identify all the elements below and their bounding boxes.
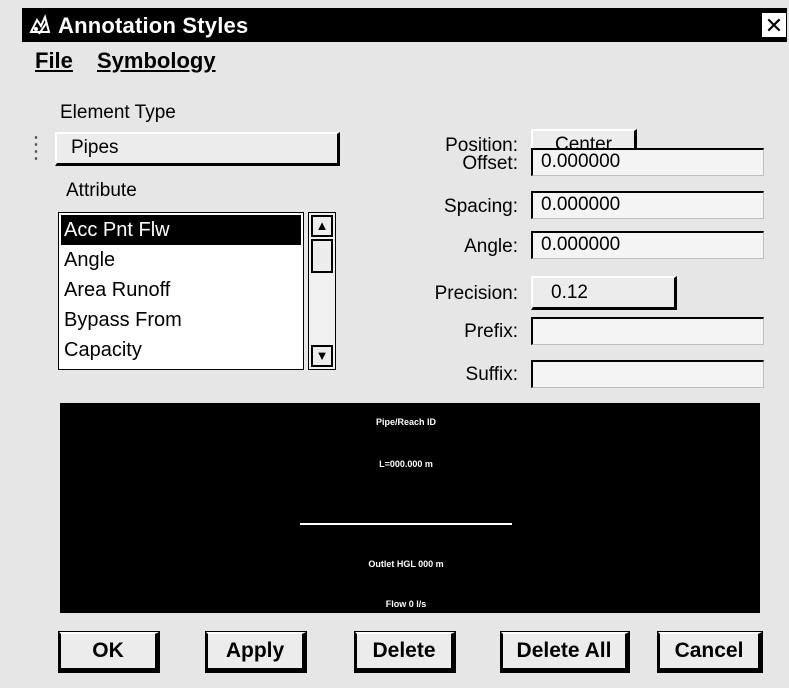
- angle-label: Angle:: [464, 236, 518, 257]
- pipe-preview-line: [300, 523, 512, 525]
- list-item-acc-pnt-flw[interactable]: Acc Pnt Flw: [61, 215, 301, 245]
- suffix-label: Suffix:: [465, 364, 518, 385]
- preview-line-1: Pipe/Reach ID: [375, 417, 437, 427]
- spacing-field[interactable]: 0.000000: [531, 191, 764, 219]
- list-item-bypass-from[interactable]: Bypass From: [61, 305, 301, 335]
- offset-field[interactable]: 0.000000: [531, 148, 764, 176]
- delete-button[interactable]: Delete: [354, 631, 456, 673]
- preview-line-2: L=000.000 m: [379, 459, 433, 469]
- attribute-listbox[interactable]: Acc Pnt Flw Angle Area Runoff Bypass Fro…: [58, 212, 304, 370]
- preview-line-3: Outlet HGL 000 m: [368, 559, 444, 569]
- precision-value: 0.12: [551, 282, 588, 303]
- menu-symbology-label: Symbology: [97, 48, 216, 73]
- scroll-thumb[interactable]: [311, 239, 333, 273]
- list-item-capacity[interactable]: Capacity: [61, 335, 301, 365]
- suffix-field[interactable]: [531, 360, 764, 388]
- scroll-up-icon[interactable]: ▲: [311, 215, 333, 237]
- spacing-label: Spacing:: [444, 196, 518, 217]
- app-icon: [27, 12, 53, 38]
- close-icon[interactable]: ✕: [761, 12, 787, 38]
- annotation-preview: Pipe/Reach ID L=000.000 m Outlet HGL 000…: [60, 403, 760, 613]
- menu-file-label: File: [35, 48, 73, 73]
- attribute-scrollbar[interactable]: ▲ ▼: [308, 212, 336, 370]
- list-item-angle[interactable]: Angle: [61, 245, 301, 275]
- attribute-label: Attribute: [66, 180, 137, 201]
- menu-file[interactable]: File: [35, 48, 73, 74]
- title-bar[interactable]: Annotation Styles ✕: [22, 8, 787, 42]
- drag-handle-icon: [33, 134, 39, 164]
- list-item-area-runoff[interactable]: Area Runoff: [61, 275, 301, 305]
- menu-symbology[interactable]: Symbology: [97, 48, 216, 74]
- angle-field[interactable]: 0.000000: [531, 231, 764, 259]
- element-type-label: Element Type: [60, 102, 176, 123]
- ok-button[interactable]: OK: [58, 631, 160, 673]
- window-title: Annotation Styles: [58, 13, 249, 38]
- offset-label: Offset:: [462, 153, 518, 174]
- annotation-styles-dialog: Annotation Styles ✕ File Symbology Eleme…: [0, 0, 789, 688]
- precision-button[interactable]: 0.12: [531, 276, 677, 310]
- prefix-field[interactable]: [531, 317, 764, 345]
- delete-all-button[interactable]: Delete All: [500, 631, 630, 673]
- prefix-label: Prefix:: [464, 321, 518, 342]
- cancel-button[interactable]: Cancel: [657, 631, 763, 673]
- element-type-dropdown[interactable]: Pipes: [55, 132, 340, 166]
- apply-button[interactable]: Apply: [205, 631, 307, 673]
- scroll-down-icon[interactable]: ▼: [311, 345, 333, 367]
- precision-label: Precision:: [434, 283, 518, 304]
- element-type-value: Pipes: [71, 137, 119, 158]
- preview-line-4: Flow 0 l/s: [385, 599, 427, 609]
